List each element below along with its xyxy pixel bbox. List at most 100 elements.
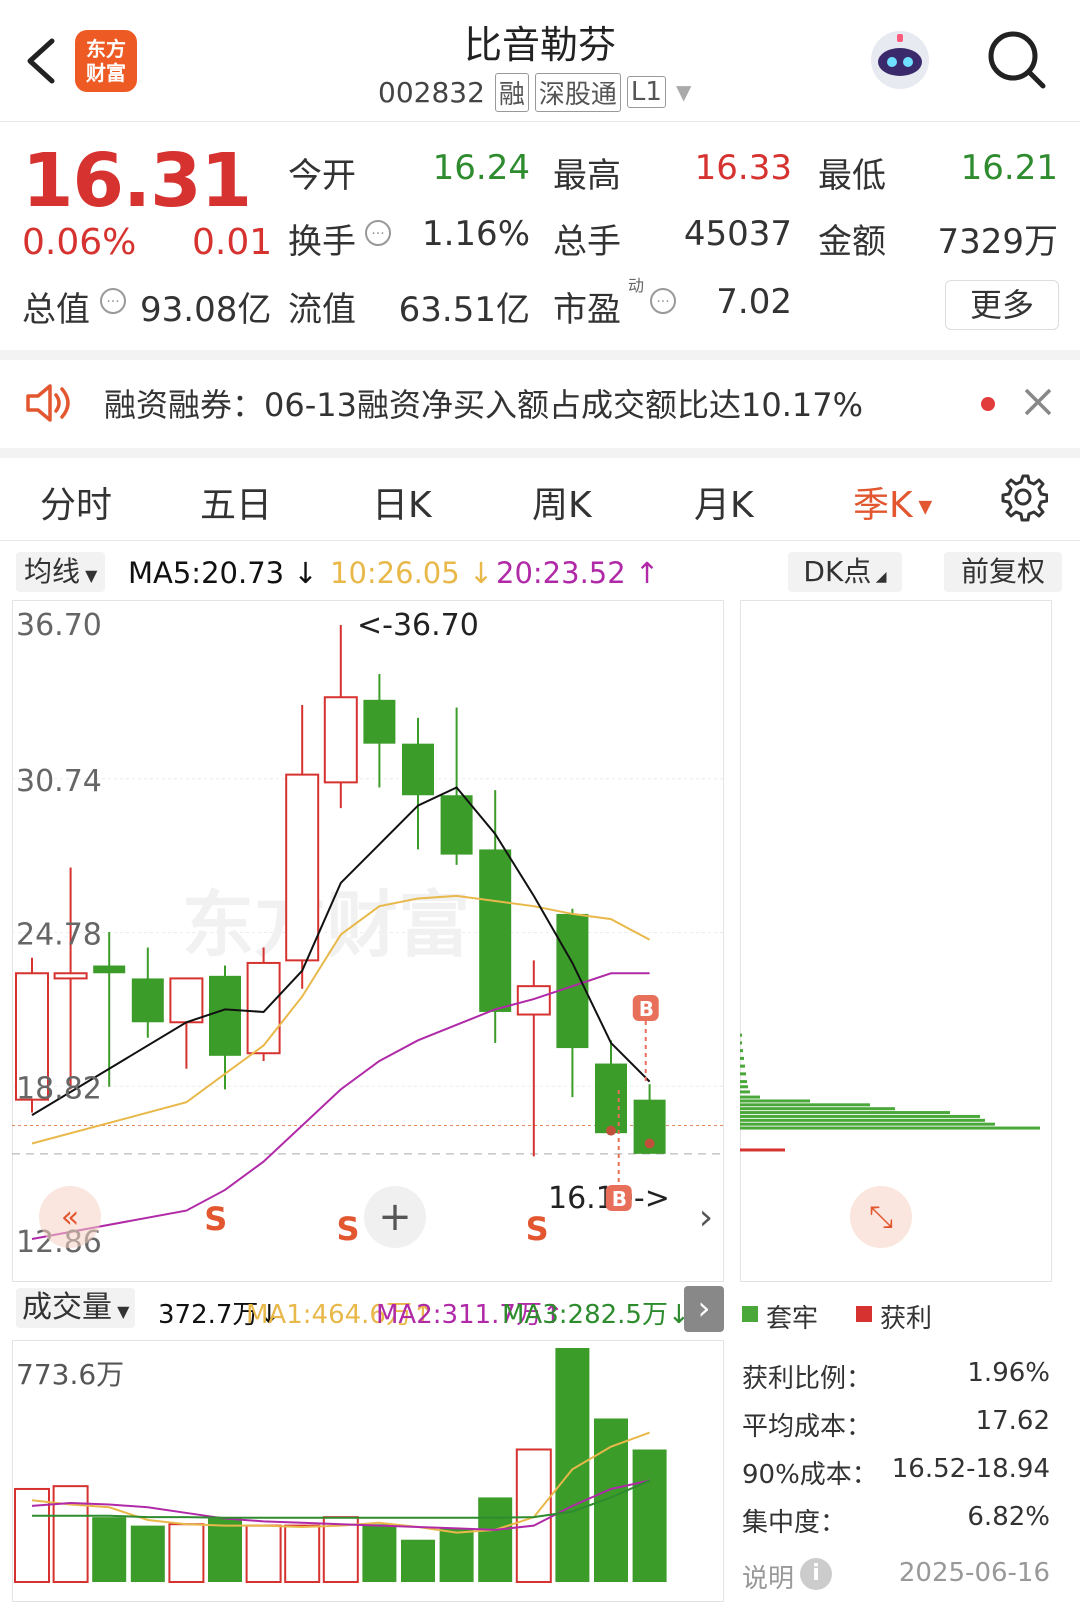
zoom-in-button[interactable]: +	[364, 1186, 426, 1248]
chip-bar-trapped	[740, 1080, 747, 1084]
volume-bar	[92, 1517, 127, 1582]
tab-five-day[interactable]: 五日	[200, 476, 272, 528]
volume-label: 总手	[553, 222, 621, 262]
volume-bar	[632, 1449, 667, 1582]
pe-value: 7.02	[716, 282, 792, 322]
y-tick-label: 24.78	[16, 918, 102, 953]
profit-label: 获利	[880, 1304, 933, 1334]
scroll-right-button[interactable]: ›	[675, 1186, 737, 1248]
info-icon[interactable]: ···	[650, 288, 676, 314]
candle-body	[479, 849, 512, 1012]
explain-label[interactable]: 说明	[742, 1558, 794, 1595]
info-icon[interactable]: ···	[365, 220, 391, 246]
open-label: 今开	[288, 156, 356, 196]
dk-point-button[interactable]: DK点 ◢	[788, 552, 902, 592]
candle-body	[93, 965, 126, 974]
tab-monthly-k[interactable]: 月K	[694, 476, 754, 528]
volume-chart[interactable]: 773.6万	[12, 1340, 724, 1602]
notice-text[interactable]: 融资融券：06-13融资净买入额占成交额比达10.17%	[104, 380, 863, 426]
tag-connect: 深股通	[534, 72, 621, 112]
volume-bar	[168, 1523, 205, 1583]
volume-max-label: 773.6万	[16, 1358, 124, 1391]
dk-point-label: DK点	[803, 555, 872, 588]
concentration-label: 集中度：	[742, 1508, 847, 1538]
chip-bar-trapped	[740, 1056, 744, 1060]
chip-bar-trapped	[740, 1118, 985, 1122]
signal-dot	[606, 1125, 616, 1136]
stock-code: 002832	[378, 75, 485, 109]
volume-bar	[130, 1525, 165, 1582]
total-value: 93.08亿	[140, 290, 272, 330]
close-icon[interactable]	[1022, 386, 1054, 418]
dropdown-icon[interactable]: ▼	[676, 80, 691, 104]
chip-bar-trapped	[740, 1099, 810, 1103]
turnover-value: 1.16%	[421, 214, 530, 254]
sell-marker: S	[337, 1210, 360, 1248]
volume-legend-bar: 成交量 ▼ 372.7万↓ MA1:464.6万↑ MA2:311.7万↑ MA…	[0, 1286, 730, 1332]
profit-ratio-label: 获利比例：	[742, 1364, 873, 1394]
cost90-label: 90%成本：	[742, 1460, 878, 1490]
expand-icon[interactable]: ⤡	[850, 1186, 912, 1248]
high-label: 最高	[553, 156, 621, 196]
chip-bar-trapped	[740, 1064, 745, 1068]
candle-body	[53, 972, 88, 980]
candle-body	[363, 699, 396, 744]
chip-bar-trapped	[740, 1095, 760, 1099]
search-icon[interactable]	[985, 28, 1049, 92]
tag-margin: 融	[494, 72, 529, 112]
pe-superscript: 动	[628, 276, 645, 295]
volume-bar	[555, 1348, 590, 1582]
amount-value: 7329万	[937, 222, 1058, 262]
quote-panel: 16.31 0.06% 0.01 今开 16.24 最高 16.33 最低 16…	[0, 122, 1080, 348]
chip-bar-trapped	[740, 1041, 742, 1045]
tab-daily-k[interactable]: 日K	[372, 476, 432, 528]
tab-quarterly-k[interactable]: 季K ▼	[853, 476, 932, 528]
chip-bar-trapped	[740, 1085, 748, 1089]
robot-assistant-icon[interactable]	[868, 28, 932, 92]
float-value-label: 流值	[288, 290, 356, 330]
ma10-value: 10:26.05 ↓	[330, 556, 494, 590]
adjust-mode-button[interactable]: 前复权	[944, 552, 1062, 592]
more-button[interactable]: 更多	[945, 280, 1059, 330]
y-tick-label: 36.70	[16, 608, 102, 643]
chip-distribution-chart[interactable]: ⤡	[740, 600, 1052, 1282]
amount-label: 金额	[818, 222, 886, 262]
volume-bar	[52, 1485, 89, 1583]
expand-arrow-button[interactable]: ›	[684, 1286, 724, 1332]
notice-bar[interactable]: 融资融券：06-13融资净买入额占成交额比达10.17%	[0, 360, 1080, 446]
candle-body	[516, 985, 551, 1016]
sell-marker: S	[204, 1200, 227, 1238]
kline-chart[interactable]: 东方 财富 36.7030.7424.7818.8212.86 <-36.70 …	[12, 600, 724, 1282]
candle-body	[440, 795, 473, 855]
stock-meta[interactable]: 002832 融 深股通 L1 ▼	[378, 72, 691, 112]
chip-bar-trapped	[740, 1103, 870, 1107]
sell-marker: S	[526, 1210, 549, 1248]
scroll-left-button[interactable]: «	[39, 1186, 101, 1248]
concentration-value: 6.82%	[967, 1502, 1050, 1532]
tab-weekly-k[interactable]: 周K	[532, 476, 592, 528]
profit-ratio-value: 1.96%	[967, 1358, 1050, 1388]
info-icon[interactable]: i	[800, 1558, 832, 1590]
info-icon[interactable]: ···	[100, 288, 126, 314]
tab-intraday[interactable]: 分时	[40, 476, 112, 528]
volume-selector[interactable]: 成交量 ▼	[16, 1288, 136, 1328]
candle-body	[556, 913, 589, 1049]
candle-body	[323, 696, 358, 784]
volume-value: 45037	[683, 214, 792, 254]
settings-gear-icon[interactable]	[998, 472, 1049, 522]
avg-cost-value: 17.62	[975, 1406, 1050, 1436]
chip-bar-trapped	[740, 1090, 750, 1094]
chip-bar-trapped	[740, 1107, 895, 1111]
chip-bar-trapped	[740, 1111, 950, 1115]
indicator-selector[interactable]: 均线 ▼	[16, 552, 106, 592]
volume-bar	[284, 1524, 321, 1583]
candle-body	[595, 1063, 627, 1134]
low-label: 最低	[818, 156, 886, 196]
chip-bar-trapped	[740, 1122, 995, 1126]
y-tick-label: 18.82	[16, 1071, 102, 1106]
candle-body	[402, 743, 434, 796]
turnover-label: 换手	[288, 222, 356, 262]
indicator-selector-label: 均线	[24, 555, 81, 588]
chip-bar-profit	[740, 1148, 785, 1152]
volume-bar	[401, 1539, 435, 1582]
